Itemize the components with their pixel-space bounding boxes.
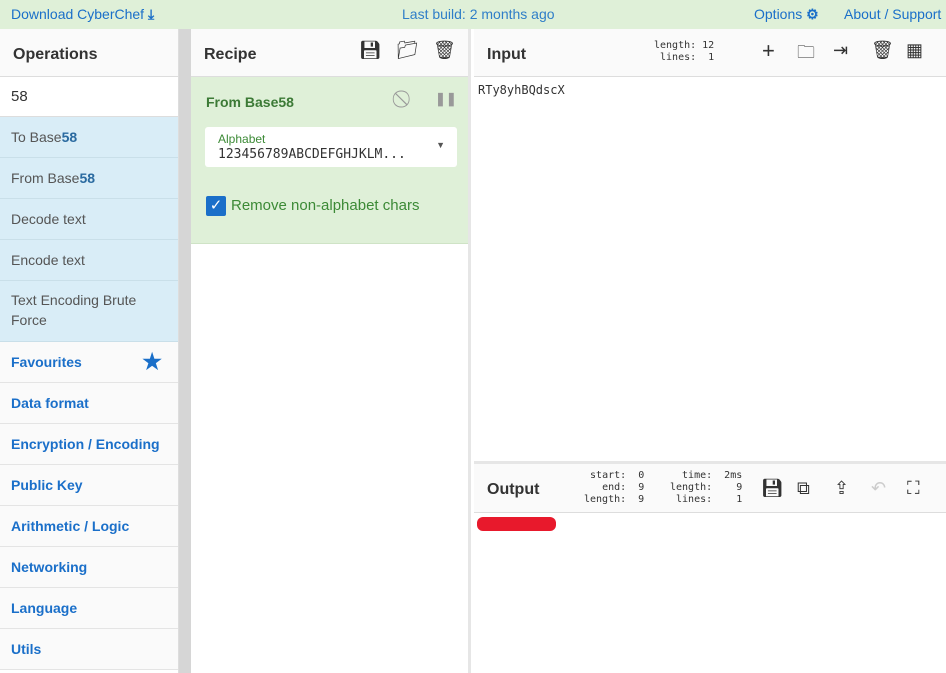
category-arithmetic-logic[interactable]: Arithmetic / Logic (0, 506, 178, 547)
folder-icon[interactable]: 🗀 (797, 40, 815, 70)
gear-icon: ⚙ (806, 6, 819, 22)
op-encode-text[interactable]: Encode text (0, 240, 178, 281)
about-link[interactable]: About / Support (844, 6, 941, 22)
op-from-base58[interactable]: From Base58 (0, 158, 178, 199)
op-label: From Base (11, 170, 80, 186)
op-text-encoding-brute-force[interactable]: Text Encoding Brute Force (0, 281, 178, 342)
download-link[interactable]: Download CyberChef ⤓ (11, 6, 154, 23)
maximize-icon[interactable]: ⛶ (907, 478, 920, 499)
category-public-key[interactable]: Public Key (0, 465, 178, 506)
category-favourites[interactable]: Favourites ★ (0, 342, 178, 383)
operations-search-input[interactable]: 58 (0, 77, 178, 117)
plus-icon[interactable]: + (762, 38, 775, 64)
input-title: Input (487, 46, 527, 63)
layout-icon[interactable]: ▦ (906, 40, 923, 61)
input-panel: Input length: 12 lines: 1 + 🗀 ⇥ 🗑︎ ▦ RTy… (474, 29, 946, 461)
output-stats-info: time: 2ms length: 9 lines: 1 (670, 470, 743, 505)
folder-icon[interactable]: 📁︎ (396, 40, 419, 61)
output-title: Output (487, 481, 540, 498)
options-button[interactable]: Options ⚙ (754, 6, 819, 23)
download-icon: ⤓ (147, 6, 155, 22)
op-highlight: 58 (61, 129, 78, 145)
op-decode-text[interactable]: Decode text (0, 199, 178, 240)
category-language[interactable]: Language (0, 588, 178, 629)
alphabet-value: 123456789ABCDEFGHJKLM... (218, 147, 406, 162)
pause-icon[interactable]: ❚❚ (435, 91, 457, 107)
op-highlight: 58 (79, 170, 96, 186)
op-to-base58[interactable]: To Base58 (0, 117, 178, 158)
operation-title: From Base58 (206, 94, 294, 110)
undo-icon: ↶ (871, 478, 887, 498)
operations-title: Operations (0, 29, 178, 77)
replace-input-icon[interactable]: ⇪ (834, 478, 849, 499)
download-label: Download CyberChef (11, 6, 145, 22)
op-label: To Base (11, 129, 62, 145)
recipe-operation-from-base58[interactable]: From Base58 ⃠ ❚❚ Alphabet 123456789ABCDE… (191, 77, 468, 244)
output-redaction (477, 517, 556, 531)
build-info: Last build: 2 months ago (402, 6, 555, 22)
copy-icon[interactable]: ⧉ (797, 478, 810, 499)
star-icon: ★ (142, 349, 162, 374)
input-stats: length: 12 lines: 1 (654, 40, 715, 63)
output-stats-position: start: 0 end: 9 length: 9 (584, 470, 645, 505)
input-textarea[interactable]: RTy8yhBQdscX (478, 83, 565, 97)
category-data-format[interactable]: Data format (0, 383, 178, 424)
input-header: Input length: 12 lines: 1 + 🗀 ⇥ 🗑︎ ▦ (474, 29, 946, 77)
output-header: Output start: 0 end: 9 length: 9 time: 2… (474, 464, 946, 513)
operations-panel: Operations 58 To Base58 From Base58 Deco… (0, 29, 179, 673)
recipe-header: Recipe 💾︎ 📁︎ 🗑︎ (191, 29, 468, 77)
category-label: Favourites (11, 354, 82, 370)
options-label: Options (754, 6, 803, 22)
trash-icon[interactable]: 🗑︎ (433, 40, 456, 61)
trash-icon[interactable]: 🗑︎ (871, 40, 894, 61)
category-utils[interactable]: Utils (0, 629, 178, 670)
top-bar: Download CyberChef ⤓ Last build: 2 month… (0, 0, 946, 29)
panel-resizer[interactable] (179, 29, 191, 673)
category-encryption-encoding[interactable]: Encryption / Encoding (0, 424, 178, 465)
alphabet-label: Alphabet (218, 132, 266, 146)
recipe-panel: Recipe 💾︎ 📁︎ 🗑︎ From Base58 ⃠ ❚❚ Alphabe… (191, 29, 471, 673)
category-networking[interactable]: Networking (0, 547, 178, 588)
save-icon[interactable]: 💾︎ (359, 40, 382, 61)
alphabet-select[interactable]: Alphabet 123456789ABCDEFGHJKLM... ▼ (205, 127, 457, 167)
chevron-down-icon: ▼ (436, 140, 445, 150)
check-icon[interactable]: ✓ (206, 196, 226, 216)
recipe-title: Recipe (204, 46, 257, 63)
open-file-icon[interactable]: ⇥ (833, 40, 848, 61)
output-panel: Output start: 0 end: 9 length: 9 time: 2… (474, 461, 946, 673)
checkbox-label[interactable]: Remove non-alphabet chars (231, 197, 419, 214)
save-icon[interactable]: 💾︎ (761, 478, 784, 499)
